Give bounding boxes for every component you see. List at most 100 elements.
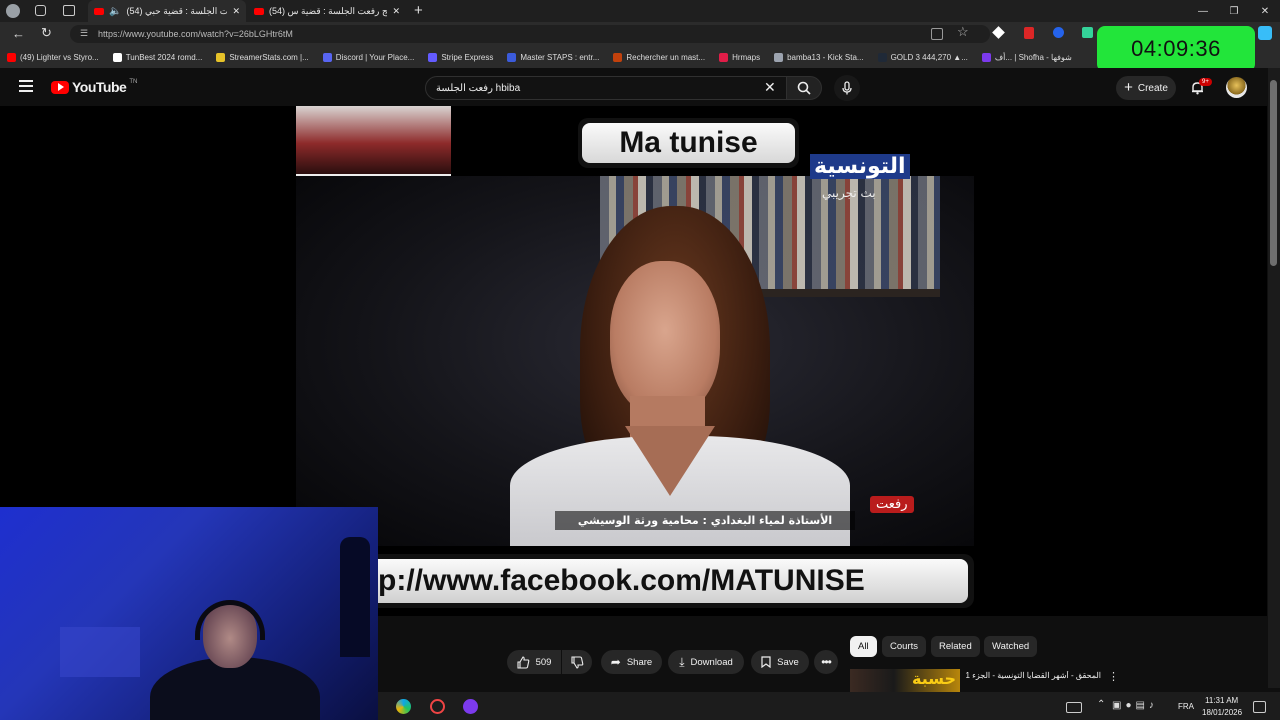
bookmark-item[interactable]: Hrmaps bbox=[712, 52, 767, 62]
tab-active[interactable]: 🔈 رفعت الجلسة : قضية حبي (54) ✕ bbox=[88, 0, 246, 22]
minimize-button[interactable]: — bbox=[1188, 0, 1218, 22]
bookmark-item[interactable]: TunBest 2024 romd... bbox=[106, 52, 210, 62]
bookmark-item[interactable]: Stripe Express bbox=[421, 52, 500, 62]
scrollbar-thumb[interactable] bbox=[1270, 80, 1277, 266]
clear-search-icon[interactable]: ✕ bbox=[764, 79, 776, 96]
bookmark-favicon-icon bbox=[428, 52, 438, 62]
search-value: رفعت الجلسة hbiba bbox=[436, 82, 521, 94]
menu-icon[interactable] bbox=[19, 80, 33, 92]
close-window-button[interactable]: ✕ bbox=[1250, 0, 1280, 22]
youtube-wordmark: YouTube bbox=[72, 79, 127, 95]
bookmark-item[interactable]: أف... | Shofha - شوفها bbox=[975, 52, 1079, 62]
related-thumb-text: حسبة bbox=[912, 669, 957, 688]
tray-chevron-icon[interactable]: ⌃ bbox=[1097, 699, 1105, 710]
extension-icon[interactable] bbox=[1082, 27, 1093, 38]
bookmark-label: Rechercher un mast... bbox=[626, 52, 706, 62]
bookmark-item[interactable]: Rechercher un mast... bbox=[606, 52, 712, 62]
extension-icon[interactable] bbox=[1053, 27, 1064, 38]
lower-third: الأستاذة لمياء البغدادي : محامية ورثة ال… bbox=[555, 511, 855, 530]
bookmark-favicon-icon bbox=[981, 52, 991, 62]
extension-icon[interactable] bbox=[1024, 27, 1034, 39]
channel-subtitle: بث تجريبي bbox=[822, 186, 876, 200]
notification-badge: 9+ bbox=[1199, 78, 1212, 86]
related-video-title[interactable]: المحقق - أشهر القضايا التونسية - الجزء 1… bbox=[966, 671, 1101, 680]
search-input[interactable]: رفعت الجلسة hbiba bbox=[425, 76, 787, 100]
channel-logo: التونسية bbox=[810, 154, 910, 179]
bookmark-label: Discord | Your Place... bbox=[335, 52, 415, 62]
restore-button[interactable]: ❐ bbox=[1219, 0, 1249, 22]
share-label: Share bbox=[626, 656, 653, 668]
top-banner: Ma tunise bbox=[578, 118, 799, 168]
clock-time[interactable]: 11:31 AM bbox=[1205, 696, 1238, 705]
bookmark-favicon-icon bbox=[507, 52, 517, 62]
avatar[interactable] bbox=[1226, 77, 1247, 98]
bottom-banner: p://www.facebook.com/MATUNISE bbox=[378, 554, 974, 608]
bookmark-favicon-icon bbox=[216, 52, 226, 62]
workspaces-icon[interactable] bbox=[35, 5, 46, 16]
bookmark-label: StreamerStats.com |... bbox=[229, 52, 309, 62]
bookmark-item[interactable]: Discord | Your Place... bbox=[316, 52, 422, 62]
bookmark-star-icon[interactable]: ☆ bbox=[957, 24, 969, 40]
banner-bottom-text: p://www.facebook.com/MATUNISE bbox=[378, 564, 865, 597]
youtube-favicon-icon bbox=[254, 7, 264, 15]
bookmark-label: GOLD 3 444,270 ▲... bbox=[890, 52, 968, 62]
bookmark-label: Hrmaps bbox=[732, 52, 761, 62]
search-icon bbox=[797, 81, 811, 95]
address-bar[interactable]: ☰ https://www.youtube.com/watch?v=26bLGH… bbox=[70, 25, 990, 43]
chip-all[interactable]: All bbox=[850, 636, 877, 657]
save-button[interactable]: Save bbox=[751, 650, 809, 674]
url-text: https://www.youtube.com/watch?v=26bLGHtr… bbox=[98, 29, 293, 39]
bookmark-label: Master STAPS : entr... bbox=[520, 52, 600, 62]
back-icon[interactable]: ← bbox=[12, 26, 25, 41]
bookmark-item[interactable]: (49) Lighter vs Styro... bbox=[0, 52, 106, 62]
profile-icon[interactable] bbox=[6, 4, 20, 18]
download-button[interactable]: ⤓ Download bbox=[668, 650, 744, 674]
new-tab-button[interactable]: + bbox=[414, 2, 423, 19]
notification-center-icon[interactable] bbox=[1253, 701, 1266, 713]
chip-watched[interactable]: Watched bbox=[984, 636, 1038, 657]
install-app-icon[interactable] bbox=[931, 28, 943, 40]
related-more-icon[interactable]: ⋮ bbox=[1108, 670, 1119, 683]
assistant-icon[interactable] bbox=[1258, 26, 1272, 40]
search-button[interactable] bbox=[786, 76, 822, 100]
like-button[interactable]: 509 bbox=[507, 650, 561, 674]
voice-search-button[interactable] bbox=[834, 75, 860, 101]
taskbar-app-icon[interactable] bbox=[430, 699, 445, 714]
clock-date[interactable]: 18/01/2026 bbox=[1202, 708, 1242, 717]
chip-related[interactable]: Related bbox=[931, 636, 980, 657]
keyboard-icon[interactable] bbox=[1066, 702, 1082, 713]
microphone-icon bbox=[842, 81, 852, 95]
bookmark-item[interactable]: bamba13 - Kick Sta... bbox=[767, 52, 870, 62]
share-button[interactable]: ➦ Share bbox=[601, 650, 662, 674]
dislike-button[interactable] bbox=[562, 650, 592, 674]
bookmark-favicon-icon bbox=[613, 52, 623, 62]
taskbar-app-icon[interactable] bbox=[396, 699, 411, 714]
bookmarks-bar: (49) Lighter vs Styro... TunBest 2024 rom… bbox=[0, 46, 1280, 68]
more-actions-button[interactable]: ••• bbox=[814, 650, 838, 674]
bookmark-item[interactable]: StreamerStats.com |... bbox=[209, 52, 315, 62]
bookmark-label: (49) Lighter vs Styro... bbox=[20, 52, 99, 62]
taskbar-app-icon[interactable] bbox=[463, 699, 478, 714]
bookmark-item[interactable]: GOLD 3 444,270 ▲... bbox=[871, 52, 975, 62]
reload-icon[interactable]: ↻ bbox=[41, 25, 52, 41]
close-tab-icon[interactable]: ✕ bbox=[392, 6, 400, 17]
bookmark-label: bamba13 - Kick Sta... bbox=[787, 52, 864, 62]
download-label: Download bbox=[690, 656, 733, 668]
stream-timer: 04:09:36 bbox=[1097, 26, 1255, 72]
tab-actions-icon[interactable] bbox=[63, 5, 75, 16]
like-count: 509 bbox=[535, 656, 552, 668]
input-language[interactable]: FRA bbox=[1178, 702, 1194, 711]
tab-inactive[interactable]: (54) برنامج رفعت الجلسة : قضية س ✕ bbox=[248, 0, 406, 22]
youtube-play-icon bbox=[51, 80, 69, 94]
create-button[interactable]: + Create bbox=[1116, 76, 1176, 100]
related-video-thumbnail[interactable]: حسبة bbox=[850, 669, 960, 692]
webcam-shelf bbox=[60, 627, 140, 677]
youtube-logo[interactable]: YouTube TN bbox=[51, 79, 137, 95]
bookmark-favicon-icon bbox=[774, 52, 784, 62]
bookmark-item[interactable]: Master STAPS : entr... bbox=[500, 52, 606, 62]
close-tab-icon[interactable]: ✕ bbox=[232, 6, 240, 17]
site-info-icon[interactable]: ☰ bbox=[80, 28, 88, 39]
speaker-icon[interactable]: 🔈 bbox=[109, 6, 121, 17]
chip-courts[interactable]: Courts bbox=[882, 636, 926, 657]
tray-icons[interactable]: ▣●▤♪ bbox=[1112, 700, 1158, 711]
